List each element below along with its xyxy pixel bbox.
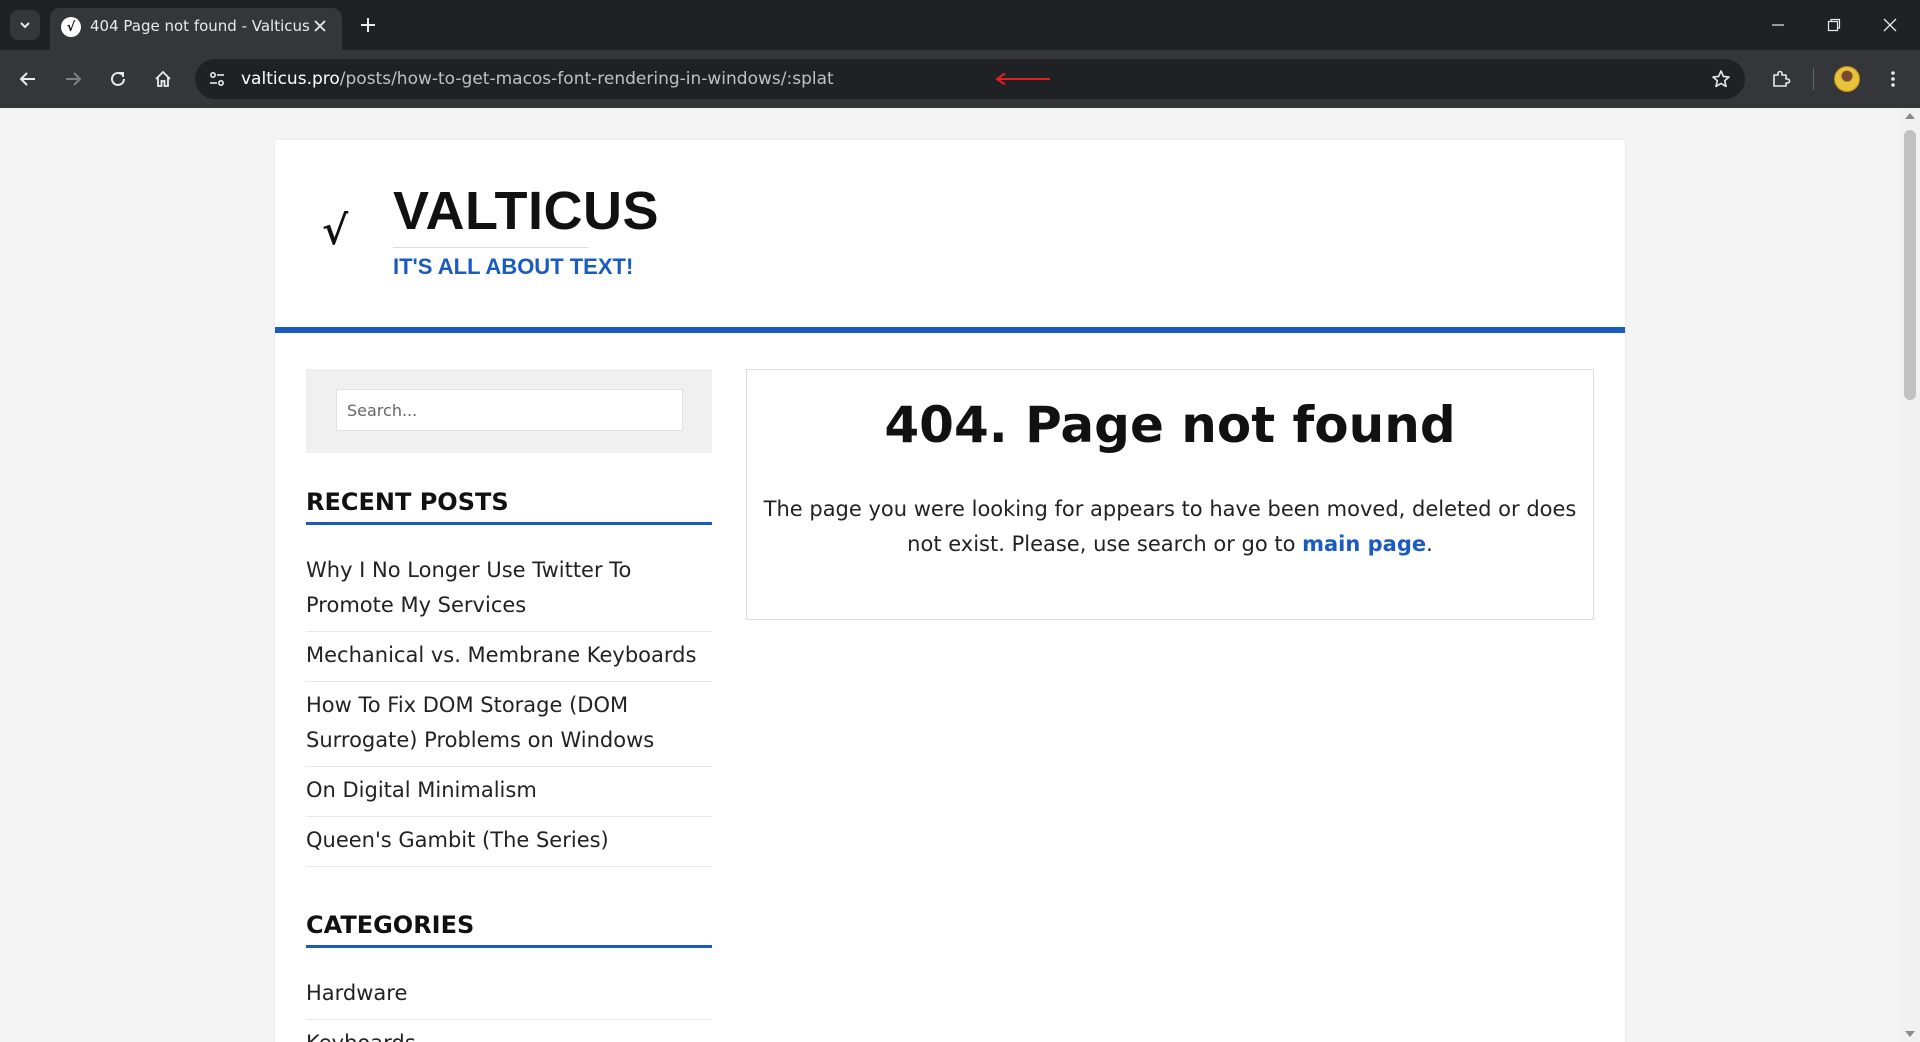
- url-host: valticus.pro: [241, 69, 340, 89]
- close-window-button[interactable]: [1862, 0, 1918, 50]
- arrow-right-icon: [66, 72, 82, 86]
- chevron-down-icon: [20, 22, 30, 29]
- site-info-button[interactable]: [203, 65, 231, 93]
- category-link[interactable]: Keyboards: [306, 1020, 712, 1042]
- site-tagline: IT'S ALL ABOUT TEXT!: [393, 254, 634, 279]
- home-icon: [155, 70, 171, 87]
- scrollbar-thumb[interactable]: [1904, 130, 1916, 400]
- extensions-button[interactable]: [1763, 61, 1799, 97]
- main-page-link[interactable]: main page: [1302, 532, 1426, 556]
- scroll-down-arrow-icon[interactable]: [1905, 1031, 1915, 1037]
- back-button[interactable]: [10, 61, 46, 97]
- scroll-up-arrow-icon[interactable]: [1905, 113, 1915, 119]
- page-title: 404. Page not found: [884, 396, 1456, 454]
- recent-post-link[interactable]: Queen's Gambit (The Series): [306, 817, 712, 867]
- site-header: √ VALTICUS IT'S ALL ABOUT TEXT!: [275, 140, 1625, 333]
- forward-button[interactable]: [55, 61, 91, 97]
- site-logo-icon[interactable]: √: [322, 207, 348, 254]
- minimize-icon: [1772, 24, 1784, 26]
- plus-icon: [361, 18, 375, 32]
- star-icon: [1712, 70, 1730, 88]
- reload-icon: [111, 71, 125, 86]
- recent-post-link[interactable]: On Digital Minimalism: [306, 767, 712, 817]
- site-container: √ VALTICUS IT'S ALL ABOUT TEXT! RECENT P…: [275, 140, 1625, 1042]
- profile-avatar[interactable]: [1834, 66, 1860, 92]
- red-arrow-annotation-icon: [995, 72, 1050, 86]
- active-tab[interactable]: √ 404 Page not found - Valticus: [50, 8, 342, 50]
- url-text[interactable]: valticus.pro/posts/how-to-get-macos-font…: [241, 69, 834, 89]
- puzzle-icon: [1773, 70, 1791, 87]
- new-tab-button[interactable]: [353, 10, 383, 40]
- restore-button[interactable]: [1806, 0, 1862, 50]
- reload-button[interactable]: [100, 61, 136, 97]
- browser-menu-button[interactable]: [1875, 61, 1911, 97]
- close-icon: [1883, 18, 1897, 32]
- categories-heading: CATEGORIES: [306, 911, 712, 948]
- not-found-panel: 404. Page not found The page you were lo…: [746, 369, 1594, 620]
- address-bar[interactable]: valticus.pro/posts/how-to-get-macos-font…: [195, 59, 1745, 99]
- bookmark-star-button[interactable]: [1707, 65, 1735, 93]
- category-link[interactable]: Hardware: [306, 970, 712, 1020]
- page-scrollbar[interactable]: [1900, 108, 1920, 1042]
- site-favicon-icon: √: [61, 17, 81, 37]
- message-end: .: [1426, 532, 1433, 556]
- recent-post-link[interactable]: Mechanical vs. Membrane Keyboards: [306, 632, 712, 682]
- tune-icon: [209, 71, 225, 87]
- minimize-button[interactable]: [1750, 0, 1806, 50]
- search-input[interactable]: [336, 389, 683, 431]
- page-viewport: √ VALTICUS IT'S ALL ABOUT TEXT! RECENT P…: [0, 108, 1920, 1042]
- more-vertical-icon: [1891, 71, 1895, 87]
- categories-list: Hardware Keyboards: [306, 970, 712, 1042]
- not-found-message: The page you were looking for appears to…: [757, 492, 1583, 562]
- arrow-left-icon: [19, 72, 35, 86]
- tab-search-button[interactable]: [10, 10, 40, 40]
- tab-close-button[interactable]: [308, 14, 332, 38]
- recent-posts-heading: RECENT POSTS: [306, 488, 712, 525]
- home-button[interactable]: [145, 61, 181, 97]
- title-divider: [393, 247, 589, 248]
- close-icon: [314, 20, 326, 32]
- recent-post-link[interactable]: Why I No Longer Use Twitter To Promote M…: [306, 547, 712, 632]
- sidebar: RECENT POSTS Why I No Longer Use Twitter…: [306, 369, 712, 1042]
- toolbar-separator: [1813, 68, 1814, 90]
- recent-posts-list: Why I No Longer Use Twitter To Promote M…: [306, 547, 712, 867]
- message-text: The page you were looking for appears to…: [763, 497, 1577, 556]
- restore-icon: [1827, 18, 1841, 32]
- recent-post-link[interactable]: How To Fix DOM Storage (DOM Surrogate) P…: [306, 682, 712, 767]
- tab-title: 404 Page not found - Valticus: [90, 17, 310, 35]
- search-widget: [306, 369, 712, 453]
- browser-toolbar: valticus.pro/posts/how-to-get-macos-font…: [0, 50, 1920, 108]
- site-title-link[interactable]: VALTICUS: [393, 180, 659, 242]
- browser-tab-bar: √ 404 Page not found - Valticus: [0, 0, 1920, 50]
- url-path: /posts/how-to-get-macos-font-rendering-i…: [339, 69, 834, 89]
